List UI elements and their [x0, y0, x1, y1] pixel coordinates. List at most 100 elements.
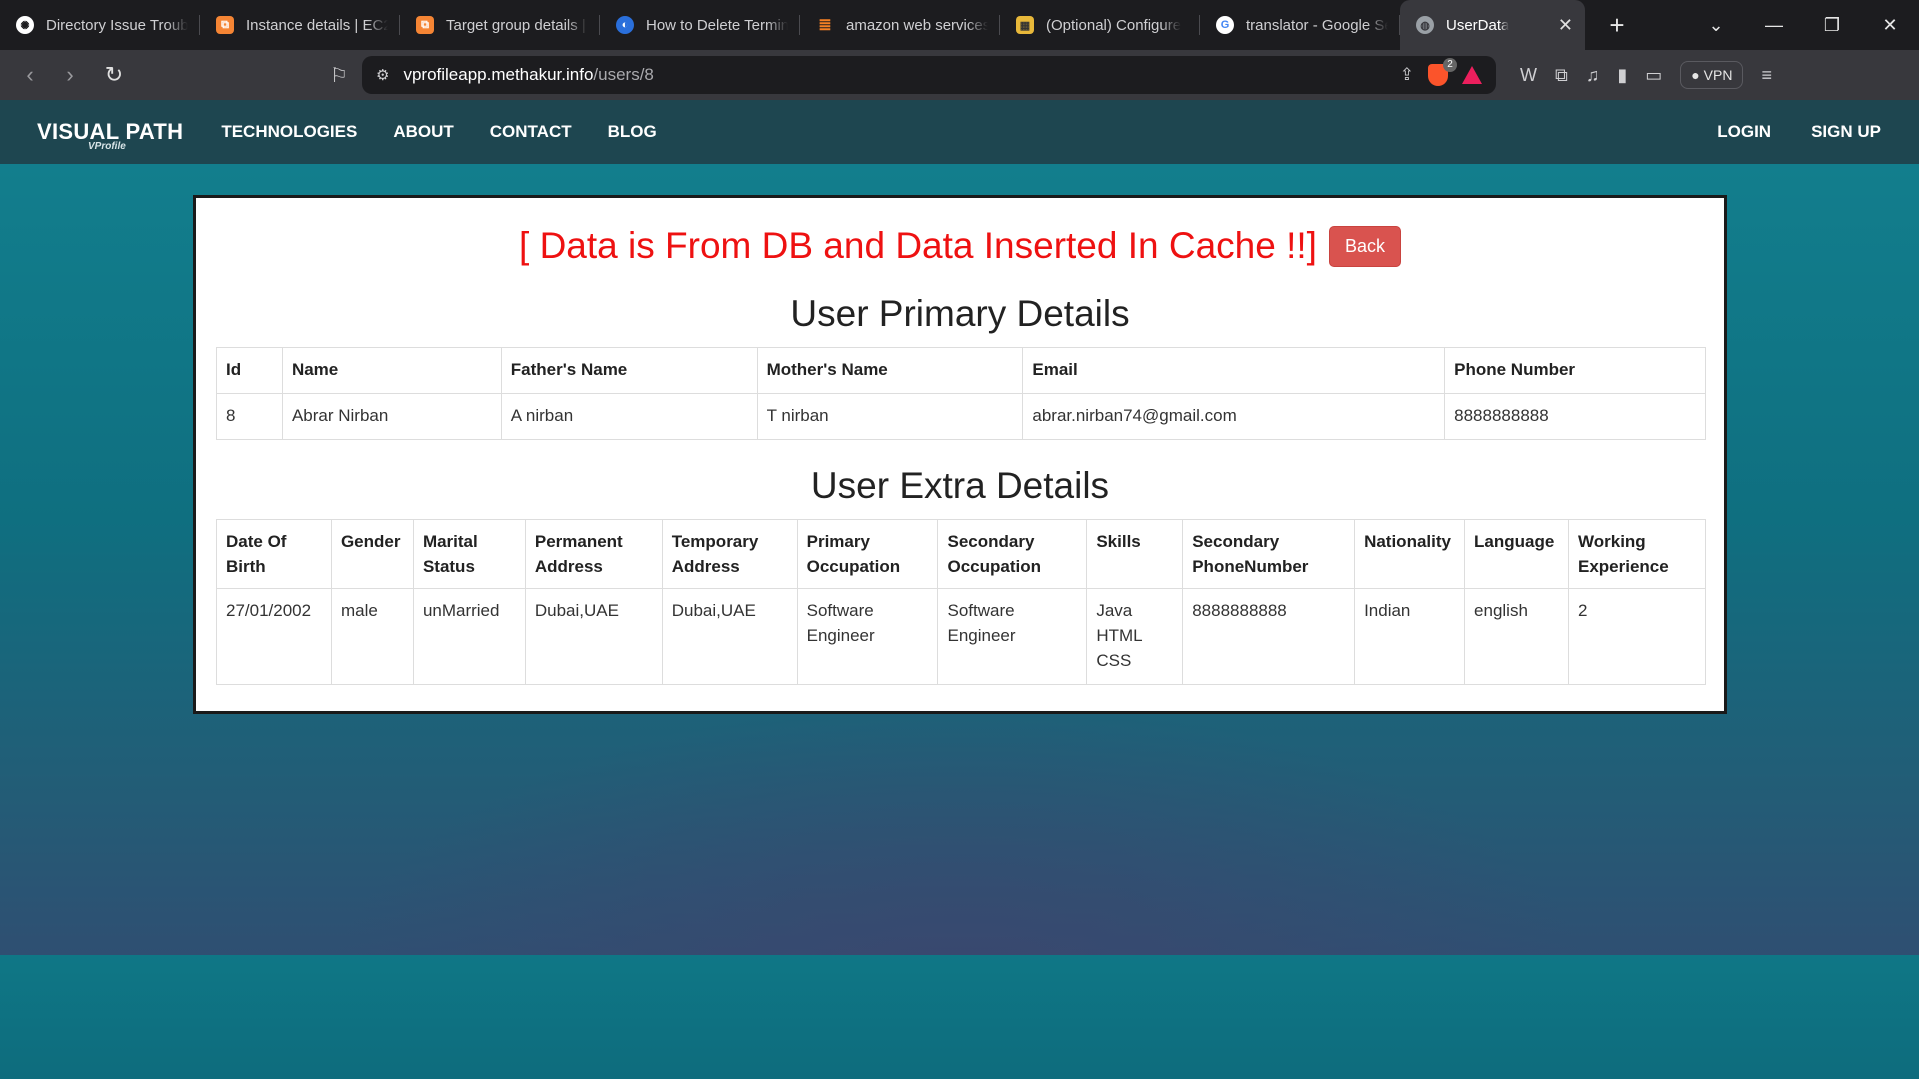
- browser-tab[interactable]: ◐ How to Delete Terminated: [600, 0, 800, 50]
- extra-details-heading: User Extra Details: [810, 465, 1110, 506]
- column-header: Date Of Birth: [216, 519, 332, 589]
- tab-title: How to Delete Terminated: [646, 16, 788, 34]
- browser-tab[interactable]: ⧉ Target group details | EC2: [400, 0, 600, 50]
- site-settings-icon[interactable]: ⚙: [376, 66, 389, 84]
- tab-title: Target group details | EC2: [446, 16, 588, 34]
- browser-tab[interactable]: G translator - Google Search: [1200, 0, 1400, 50]
- tab-list-chevron-icon[interactable]: ⌄: [1687, 15, 1745, 36]
- primary-details-table: Id Name Father's Name Mother's Name Emai…: [216, 347, 1706, 440]
- browser-tab[interactable]: ▦ (Optional) Configure: [1000, 0, 1200, 50]
- table-row: 27/01/2002 male unMarried Dubai,UAE Duba…: [216, 588, 1706, 685]
- back-arrow-icon[interactable]: ‹: [10, 62, 50, 88]
- browser-tab-active[interactable]: ◍ UserData ✕: [1400, 0, 1585, 50]
- wallet-icon[interactable]: ▭: [1645, 65, 1662, 86]
- globe-icon: ◍: [1416, 16, 1434, 34]
- reload-icon[interactable]: ↻: [94, 62, 134, 88]
- column-header: Email: [1022, 347, 1446, 394]
- restore-icon[interactable]: ❐: [1803, 15, 1861, 36]
- extensions-icon[interactable]: ⧉: [1555, 65, 1568, 86]
- signup-link[interactable]: SIGN UP: [1811, 122, 1881, 142]
- site-header: VISUAL PATH VProfile TECHNOLOGIES ABOUT …: [0, 100, 1919, 164]
- column-header: Id: [216, 347, 283, 394]
- tab-title: (Optional) Configure: [1046, 16, 1182, 34]
- close-window-icon[interactable]: ✕: [1861, 15, 1919, 36]
- nav-contact[interactable]: CONTACT: [490, 122, 572, 142]
- column-header: Gender: [330, 519, 414, 589]
- stackoverflow-icon: ≣: [818, 17, 832, 34]
- media-icon[interactable]: ♫: [1586, 65, 1600, 86]
- column-header: Phone Number: [1444, 347, 1706, 394]
- brave-rewards-icon[interactable]: [1462, 66, 1482, 84]
- cell-temporary-address: Dubai,UAE: [661, 588, 798, 685]
- wallet-w-icon[interactable]: W: [1520, 65, 1537, 86]
- login-link[interactable]: LOGIN: [1717, 122, 1771, 142]
- auth-links: LOGIN SIGN UP: [1717, 122, 1881, 142]
- nav-technologies[interactable]: TECHNOLOGIES: [221, 122, 357, 142]
- cell-primary-occupation: Software Engineer: [796, 588, 939, 685]
- browser-tab[interactable]: ✺ Directory Issue Troubleshooting: [0, 0, 200, 50]
- bookmark-icon[interactable]: ⚐: [324, 63, 354, 88]
- cell-skills: Java HTML CSS: [1086, 588, 1184, 685]
- cell-permanent-address: Dubai,UAE: [524, 588, 663, 685]
- cell-working-experience: 2: [1568, 588, 1706, 685]
- cell-email: abrar.nirban74@gmail.com: [1022, 393, 1446, 440]
- tutorial-icon: ◐: [616, 16, 634, 34]
- browser-tab-strip: ✺ Directory Issue Troubleshooting ⧉ Inst…: [0, 0, 1919, 50]
- window-controls: ⌄ — ❐ ✕: [1687, 0, 1919, 50]
- minimize-icon[interactable]: —: [1745, 15, 1803, 36]
- google-icon: G: [1216, 16, 1234, 34]
- cell-father-name: A nirban: [500, 393, 758, 440]
- share-icon[interactable]: ⇪: [1400, 65, 1414, 85]
- user-data-card: [ Data is From DB and Data Inserted In C…: [193, 195, 1727, 714]
- site-logo[interactable]: VISUAL PATH VProfile: [37, 119, 183, 152]
- column-header: Skills: [1086, 519, 1184, 589]
- cell-gender: male: [330, 588, 414, 685]
- tab-title: amazon web services: [846, 16, 988, 34]
- column-header: Language: [1464, 519, 1569, 589]
- column-header: Working Experience: [1568, 519, 1706, 589]
- column-header: Secondary PhoneNumber: [1182, 519, 1356, 589]
- address-bar[interactable]: ⚙ vprofileapp.methakur.info /users/8 ⇪ 2: [362, 56, 1496, 94]
- cell-secondary-occupation: Software Engineer: [937, 588, 1088, 685]
- cell-secondary-phone: 8888888888: [1182, 588, 1356, 685]
- extra-details-table: Date Of Birth Gender Marital Status Perm…: [216, 519, 1706, 685]
- column-header: Mother's Name: [756, 347, 1024, 394]
- nav-about[interactable]: ABOUT: [393, 122, 453, 142]
- sidebar-icon[interactable]: ▮: [1617, 65, 1627, 86]
- tab-title: Directory Issue Troubleshooting: [46, 16, 188, 34]
- column-header: Primary Occupation: [796, 519, 939, 589]
- column-header: Name: [281, 347, 502, 394]
- docs-icon: ▦: [1016, 16, 1034, 34]
- column-header: Temporary Address: [661, 519, 798, 589]
- brave-shields-icon[interactable]: 2: [1428, 58, 1457, 86]
- cell-marital-status: unMarried: [412, 588, 526, 685]
- cell-nationality: Indian: [1354, 588, 1466, 685]
- vpn-button[interactable]: ● VPN: [1680, 61, 1744, 89]
- vpn-label: VPN: [1703, 67, 1733, 83]
- browser-tab[interactable]: ≣ amazon web services: [800, 0, 1000, 50]
- cache-status-message: [ Data is From DB and Data Inserted In C…: [519, 225, 1317, 266]
- browser-toolbar: ‹ › ↻ ⚐ ⚙ vprofileapp.methakur.info /use…: [0, 50, 1919, 100]
- brand-subtitle: VProfile: [88, 141, 126, 152]
- nav-blog[interactable]: BLOG: [608, 122, 657, 142]
- tab-title: Instance details | EC2: [246, 16, 388, 34]
- forward-arrow-icon[interactable]: ›: [50, 62, 90, 88]
- cell-id: 8: [216, 393, 283, 440]
- cell-name: Abrar Nirban: [281, 393, 502, 440]
- page-background-lower: [0, 955, 1919, 1079]
- back-button[interactable]: Back: [1328, 225, 1401, 267]
- column-header: Nationality: [1354, 519, 1466, 589]
- table-row: 8 Abrar Nirban A nirban T nirban abrar.n…: [216, 393, 1706, 440]
- cell-mother-name: T nirban: [756, 393, 1024, 440]
- tab-title: translator - Google Search: [1246, 16, 1388, 34]
- menu-icon[interactable]: ≡: [1761, 65, 1772, 86]
- cell-language: english: [1464, 588, 1569, 685]
- close-tab-icon[interactable]: ✕: [1558, 15, 1573, 36]
- tab-title: UserData: [1446, 16, 1510, 34]
- openai-icon: ✺: [16, 16, 34, 34]
- browser-tab[interactable]: ⧉ Instance details | EC2: [200, 0, 400, 50]
- aws-icon: ⧉: [416, 16, 434, 34]
- url-host: vprofileapp.methakur.info: [403, 65, 594, 84]
- primary-details-heading: User Primary Details: [790, 293, 1130, 334]
- new-tab-button[interactable]: +: [1601, 10, 1633, 41]
